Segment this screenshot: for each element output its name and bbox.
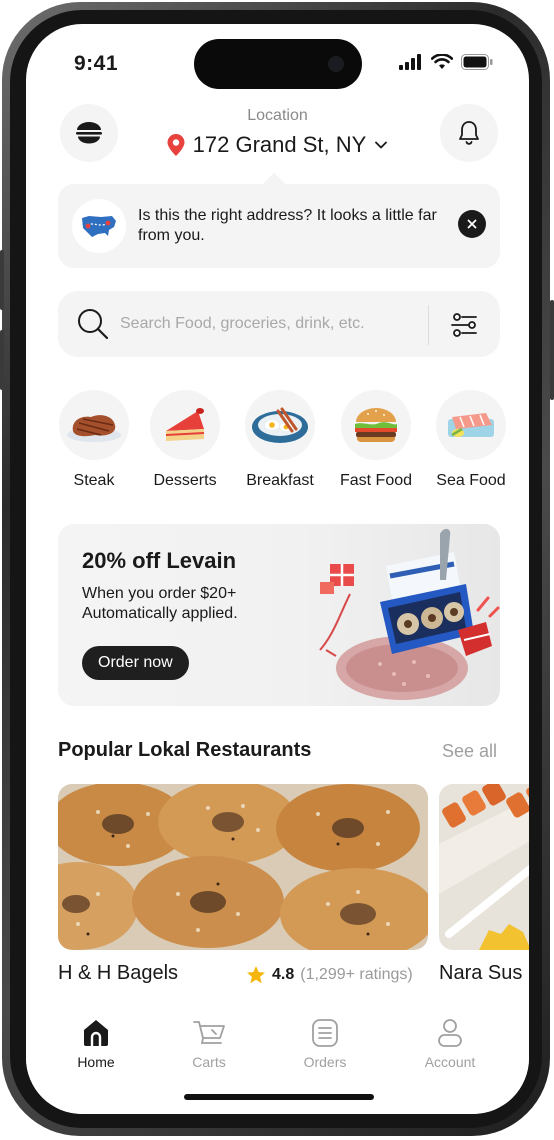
filter-button[interactable] [442,305,486,345]
restaurant-rating: 4.8 (1,299+ ratings) [246,965,413,985]
cookie-box-illustration [319,528,500,700]
tab-orders[interactable]: Orders [275,1016,375,1070]
power-button [550,300,554,400]
category-label: Steak [73,472,115,489]
orders-icon [275,1016,375,1050]
steak-icon [59,390,129,460]
category-sea-food[interactable]: Sea Food [423,390,519,490]
category-steak[interactable]: Steak [46,390,142,490]
home-indicator [184,1094,374,1100]
rating-value: 4.8 [272,966,295,983]
fish-icon [436,390,506,460]
promo-title: 20% off Levain [82,548,237,573]
category-label: Desserts [153,472,217,489]
app-screen: 9:41 Location 172 Grand St, NY Is this t… [26,24,529,1114]
wifi-icon [431,54,453,69]
restaurant-card[interactable]: Nara Sus [439,784,529,984]
signal-icon [399,54,421,70]
bell-icon [459,121,479,145]
address-banner: Is this the right address? It looks a li… [58,184,500,268]
tab-label: Carts [192,1054,226,1070]
category-label: Fast Food [339,472,413,489]
tab-home[interactable]: Home [46,1016,146,1070]
restaurant-name: Nara Sus [439,962,523,984]
camera-icon [328,56,344,72]
dynamic-island [194,39,362,89]
promo-card[interactable]: 20% off Levain When you order $20+ Autom… [58,524,500,706]
restaurant-card[interactable]: H & H Bagels 4.8 (1,299+ ratings) [58,784,428,984]
search-bar [58,291,500,357]
search-input[interactable] [120,309,420,339]
location-address: 172 Grand St, NY [192,132,367,157]
notifications-button[interactable] [440,104,498,162]
chevron-down-icon [375,141,388,149]
volume-down-button [0,330,4,390]
restaurant-photo [58,784,428,950]
star-icon [247,966,265,984]
restaurant-photo [439,784,529,950]
tab-carts[interactable]: Carts [159,1016,259,1070]
order-now-button[interactable]: Order now [82,646,189,680]
volume-up-button [0,250,4,310]
filter-sliders-icon [451,313,477,337]
status-time: 9:41 [74,52,119,75]
cake-icon [150,390,220,460]
section-title: Popular Lokal Restaurants [58,739,312,761]
see-all-link[interactable]: See all [442,741,497,762]
category-desserts[interactable]: Desserts [137,390,233,490]
search-divider [428,305,429,345]
restaurant-name: H & H Bagels [58,962,179,984]
status-icons [399,54,493,70]
rating-count: (1,299+ ratings) [300,966,413,983]
account-icon [400,1016,500,1050]
battery-icon [461,54,493,70]
tab-label: Orders [303,1054,347,1070]
category-label: Breakfast [246,472,314,489]
category-fast-food[interactable]: Fast Food [328,390,424,490]
promo-subtitle: When you order $20+ Automatically applie… [82,585,238,622]
tab-label: Account [424,1054,476,1070]
usa-map-icon [72,199,126,253]
map-pin-icon [167,134,185,156]
cart-icon [159,1016,259,1050]
address-warning-text: Is this the right address? It looks a li… [138,207,437,244]
home-icon [46,1016,146,1050]
category-breakfast[interactable]: Breakfast [232,390,328,490]
tab-label: Home [77,1054,115,1070]
tab-account[interactable]: Account [400,1016,500,1070]
close-icon [467,219,477,229]
search-icon [78,309,109,340]
category-label: Sea Food [436,472,506,489]
breakfast-icon [245,390,315,460]
dismiss-banner-button[interactable] [458,210,486,238]
burger-icon [341,390,411,460]
